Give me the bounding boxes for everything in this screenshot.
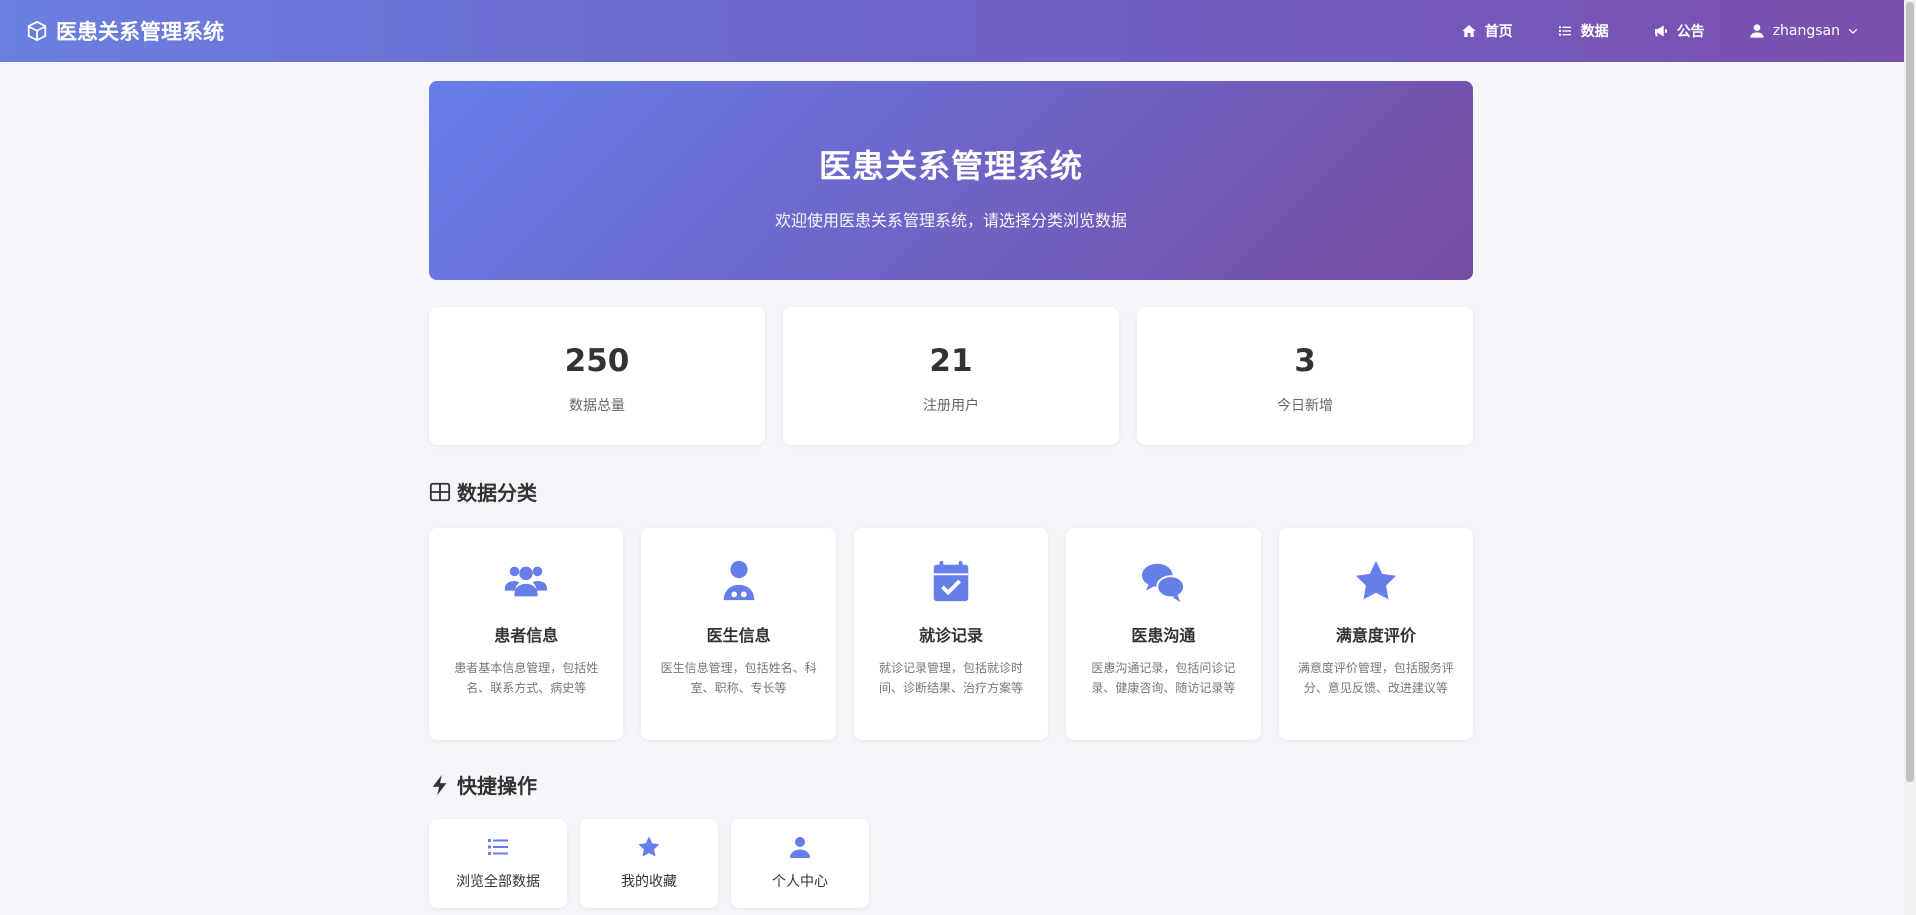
list-icon xyxy=(488,839,508,855)
quick-section-title: 快捷操作 xyxy=(429,770,1473,799)
quick-actions: 浏览全部数据 我的收藏 个人中心 xyxy=(429,819,1473,908)
nav-announcement[interactable]: 公告 xyxy=(1653,21,1705,41)
main-content: 医患关系管理系统 欢迎使用医患关系管理系统，请选择分类浏览数据 250 数据总量… xyxy=(429,81,1474,908)
nav-data-label: 数据 xyxy=(1580,24,1609,40)
stat-card-total: 250 数据总量 xyxy=(429,307,765,445)
navbar: 医患关系管理系统 首页 数据 公告 zhangsan xyxy=(0,0,1904,62)
home-icon xyxy=(1462,25,1476,37)
category-title: 就诊记录 xyxy=(919,626,984,645)
chevron-down-icon xyxy=(1848,28,1858,34)
hero-subtitle: 欢迎使用医患关系管理系统，请选择分类浏览数据 xyxy=(774,211,1127,230)
categories-section-title: 数据分类 xyxy=(429,477,1473,506)
quick-label: 浏览全部数据 xyxy=(456,874,540,890)
user-menu[interactable]: zhangsan xyxy=(1749,23,1858,39)
stat-value: 250 xyxy=(564,343,630,379)
category-title: 医生信息 xyxy=(706,626,771,645)
category-desc: 医患沟通记录，包括问诊记录、健康咨询、随访记录等 xyxy=(1091,661,1236,695)
quick-browse-all[interactable]: 浏览全部数据 xyxy=(429,819,567,908)
category-desc: 就诊记录管理，包括就诊时间、诊断结果、治疗方案等 xyxy=(879,661,1024,695)
quick-label: 个人中心 xyxy=(772,874,828,890)
stat-value: 3 xyxy=(1294,343,1316,379)
nav-data[interactable]: 数据 xyxy=(1557,21,1609,41)
brand-title: 医患关系管理系统 xyxy=(56,20,224,44)
category-title: 满意度评价 xyxy=(1335,626,1416,645)
category-card-communication[interactable]: 医患沟通 医患沟通记录，包括问诊记录、健康咨询、随访记录等 xyxy=(1066,528,1261,740)
stat-value: 21 xyxy=(929,343,973,379)
cube-icon xyxy=(27,20,47,42)
nav-home[interactable]: 首页 xyxy=(1461,21,1513,41)
hero-title: 医患关系管理系统 xyxy=(818,147,1083,185)
scrollbar-thumb[interactable] xyxy=(1906,2,1914,782)
grid-icon xyxy=(429,482,451,501)
stat-card-today: 3 今日新增 xyxy=(1137,307,1473,445)
categories-title-label: 数据分类 xyxy=(457,481,537,505)
quick-label: 我的收藏 xyxy=(621,874,677,890)
stats-row: 250 数据总量 21 注册用户 3 今日新增 xyxy=(429,307,1473,445)
hero-banner: 医患关系管理系统 欢迎使用医患关系管理系统，请选择分类浏览数据 xyxy=(429,81,1473,280)
category-desc: 患者基本信息管理，包括姓名、联系方式、病史等 xyxy=(454,661,599,695)
category-card-doctors[interactable]: 医生信息 医生信息管理，包括姓名、科室、职称、专长等 xyxy=(641,528,836,740)
scrollbar[interactable] xyxy=(1904,0,1916,915)
category-title: 患者信息 xyxy=(494,626,559,645)
star-icon xyxy=(638,836,660,857)
user-icon xyxy=(790,837,810,858)
stat-label: 数据总量 xyxy=(569,398,625,414)
doctor-icon xyxy=(723,560,754,601)
nav-links: 首页 数据 公告 zhangsan xyxy=(1461,21,1858,41)
category-list: 患者信息 患者基本信息管理，包括姓名、联系方式、病史等 医生信息 医生信息管理，… xyxy=(429,528,1474,740)
star-icon xyxy=(1355,560,1396,600)
bolt-icon xyxy=(432,774,447,795)
calendar-check-icon xyxy=(933,560,969,602)
stat-label: 注册用户 xyxy=(923,398,979,414)
category-card-patients[interactable]: 患者信息 患者基本信息管理，包括姓名、联系方式、病史等 xyxy=(429,528,624,740)
comments-icon xyxy=(1142,563,1186,603)
nav-announcement-label: 公告 xyxy=(1676,24,1705,40)
megaphone-icon xyxy=(1654,25,1667,37)
quick-title-label: 快捷操作 xyxy=(457,774,537,798)
list-icon xyxy=(1558,26,1571,36)
stat-label: 今日新增 xyxy=(1277,398,1333,414)
user-name: zhangsan xyxy=(1772,23,1840,39)
stat-card-users: 21 注册用户 xyxy=(783,307,1119,445)
category-card-satisfaction[interactable]: 满意度评价 满意度评价管理，包括服务评分、意见反馈、改进建议等 xyxy=(1278,528,1474,740)
nav-home-label: 首页 xyxy=(1484,24,1513,40)
category-title: 医患沟通 xyxy=(1131,626,1196,645)
quick-profile[interactable]: 个人中心 xyxy=(731,819,869,908)
category-desc: 满意度评价管理，包括服务评分、意见反馈、改进建议等 xyxy=(1297,661,1454,695)
brand[interactable]: 医患关系管理系统 xyxy=(26,16,224,46)
user-icon xyxy=(1750,24,1764,38)
category-card-visits[interactable]: 就诊记录 就诊记录管理，包括就诊时间、诊断结果、治疗方案等 xyxy=(853,528,1049,740)
users-icon xyxy=(505,566,548,597)
category-desc: 医生信息管理，包括姓名、科室、职称、专长等 xyxy=(660,661,817,695)
quick-favorites[interactable]: 我的收藏 xyxy=(580,819,718,908)
